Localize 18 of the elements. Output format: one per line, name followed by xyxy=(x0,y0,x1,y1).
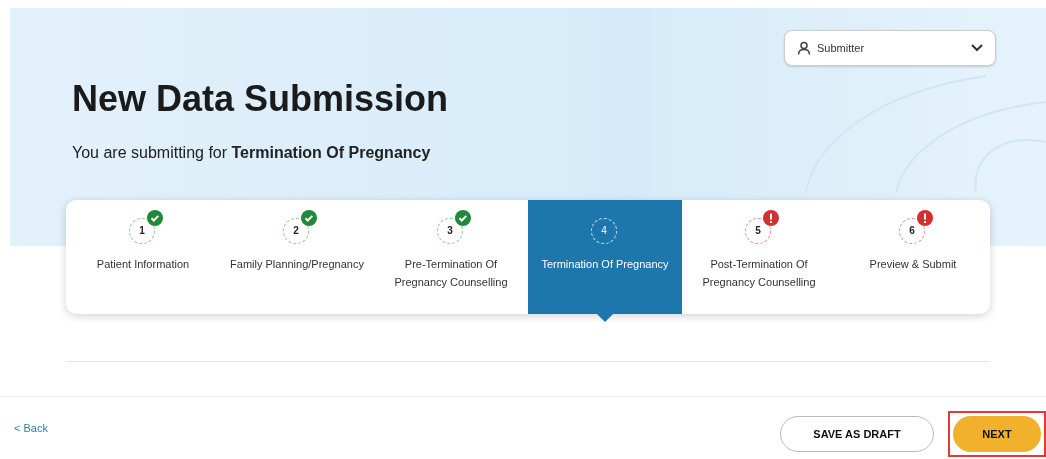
user-icon xyxy=(797,41,811,55)
subtitle-text: You are submitting for Termination Of Pregnancy xyxy=(72,144,432,162)
next-button[interactable]: NEXT xyxy=(953,416,1041,452)
save-draft-button[interactable]: SAVE AS DRAFT xyxy=(780,416,934,452)
step-number: 1 xyxy=(129,218,155,244)
step-tab[interactable]: 1 Patient Information xyxy=(66,200,220,314)
chevron-down-icon xyxy=(971,44,983,52)
step-tab[interactable]: 2 Family Planning/Pregnancy xyxy=(220,200,374,314)
step-number: 6 xyxy=(899,218,925,244)
step-number: 2 xyxy=(283,218,309,244)
step-tab[interactable]: 5 Post-Termination Of Pregnancy Counselling xyxy=(682,200,836,314)
back-link[interactable]: < Back xyxy=(14,422,48,434)
step-number: 5 xyxy=(745,218,771,244)
step-number: 3 xyxy=(437,218,463,244)
step-tab[interactable]: 3 Pre-Termination Of Pregnancy Counselling xyxy=(374,200,528,314)
step-tab[interactable]: 6 Preview & Submit xyxy=(836,200,990,314)
role-dropdown[interactable]: Submitter xyxy=(784,30,996,66)
page-title: New Data Submission xyxy=(72,78,450,120)
